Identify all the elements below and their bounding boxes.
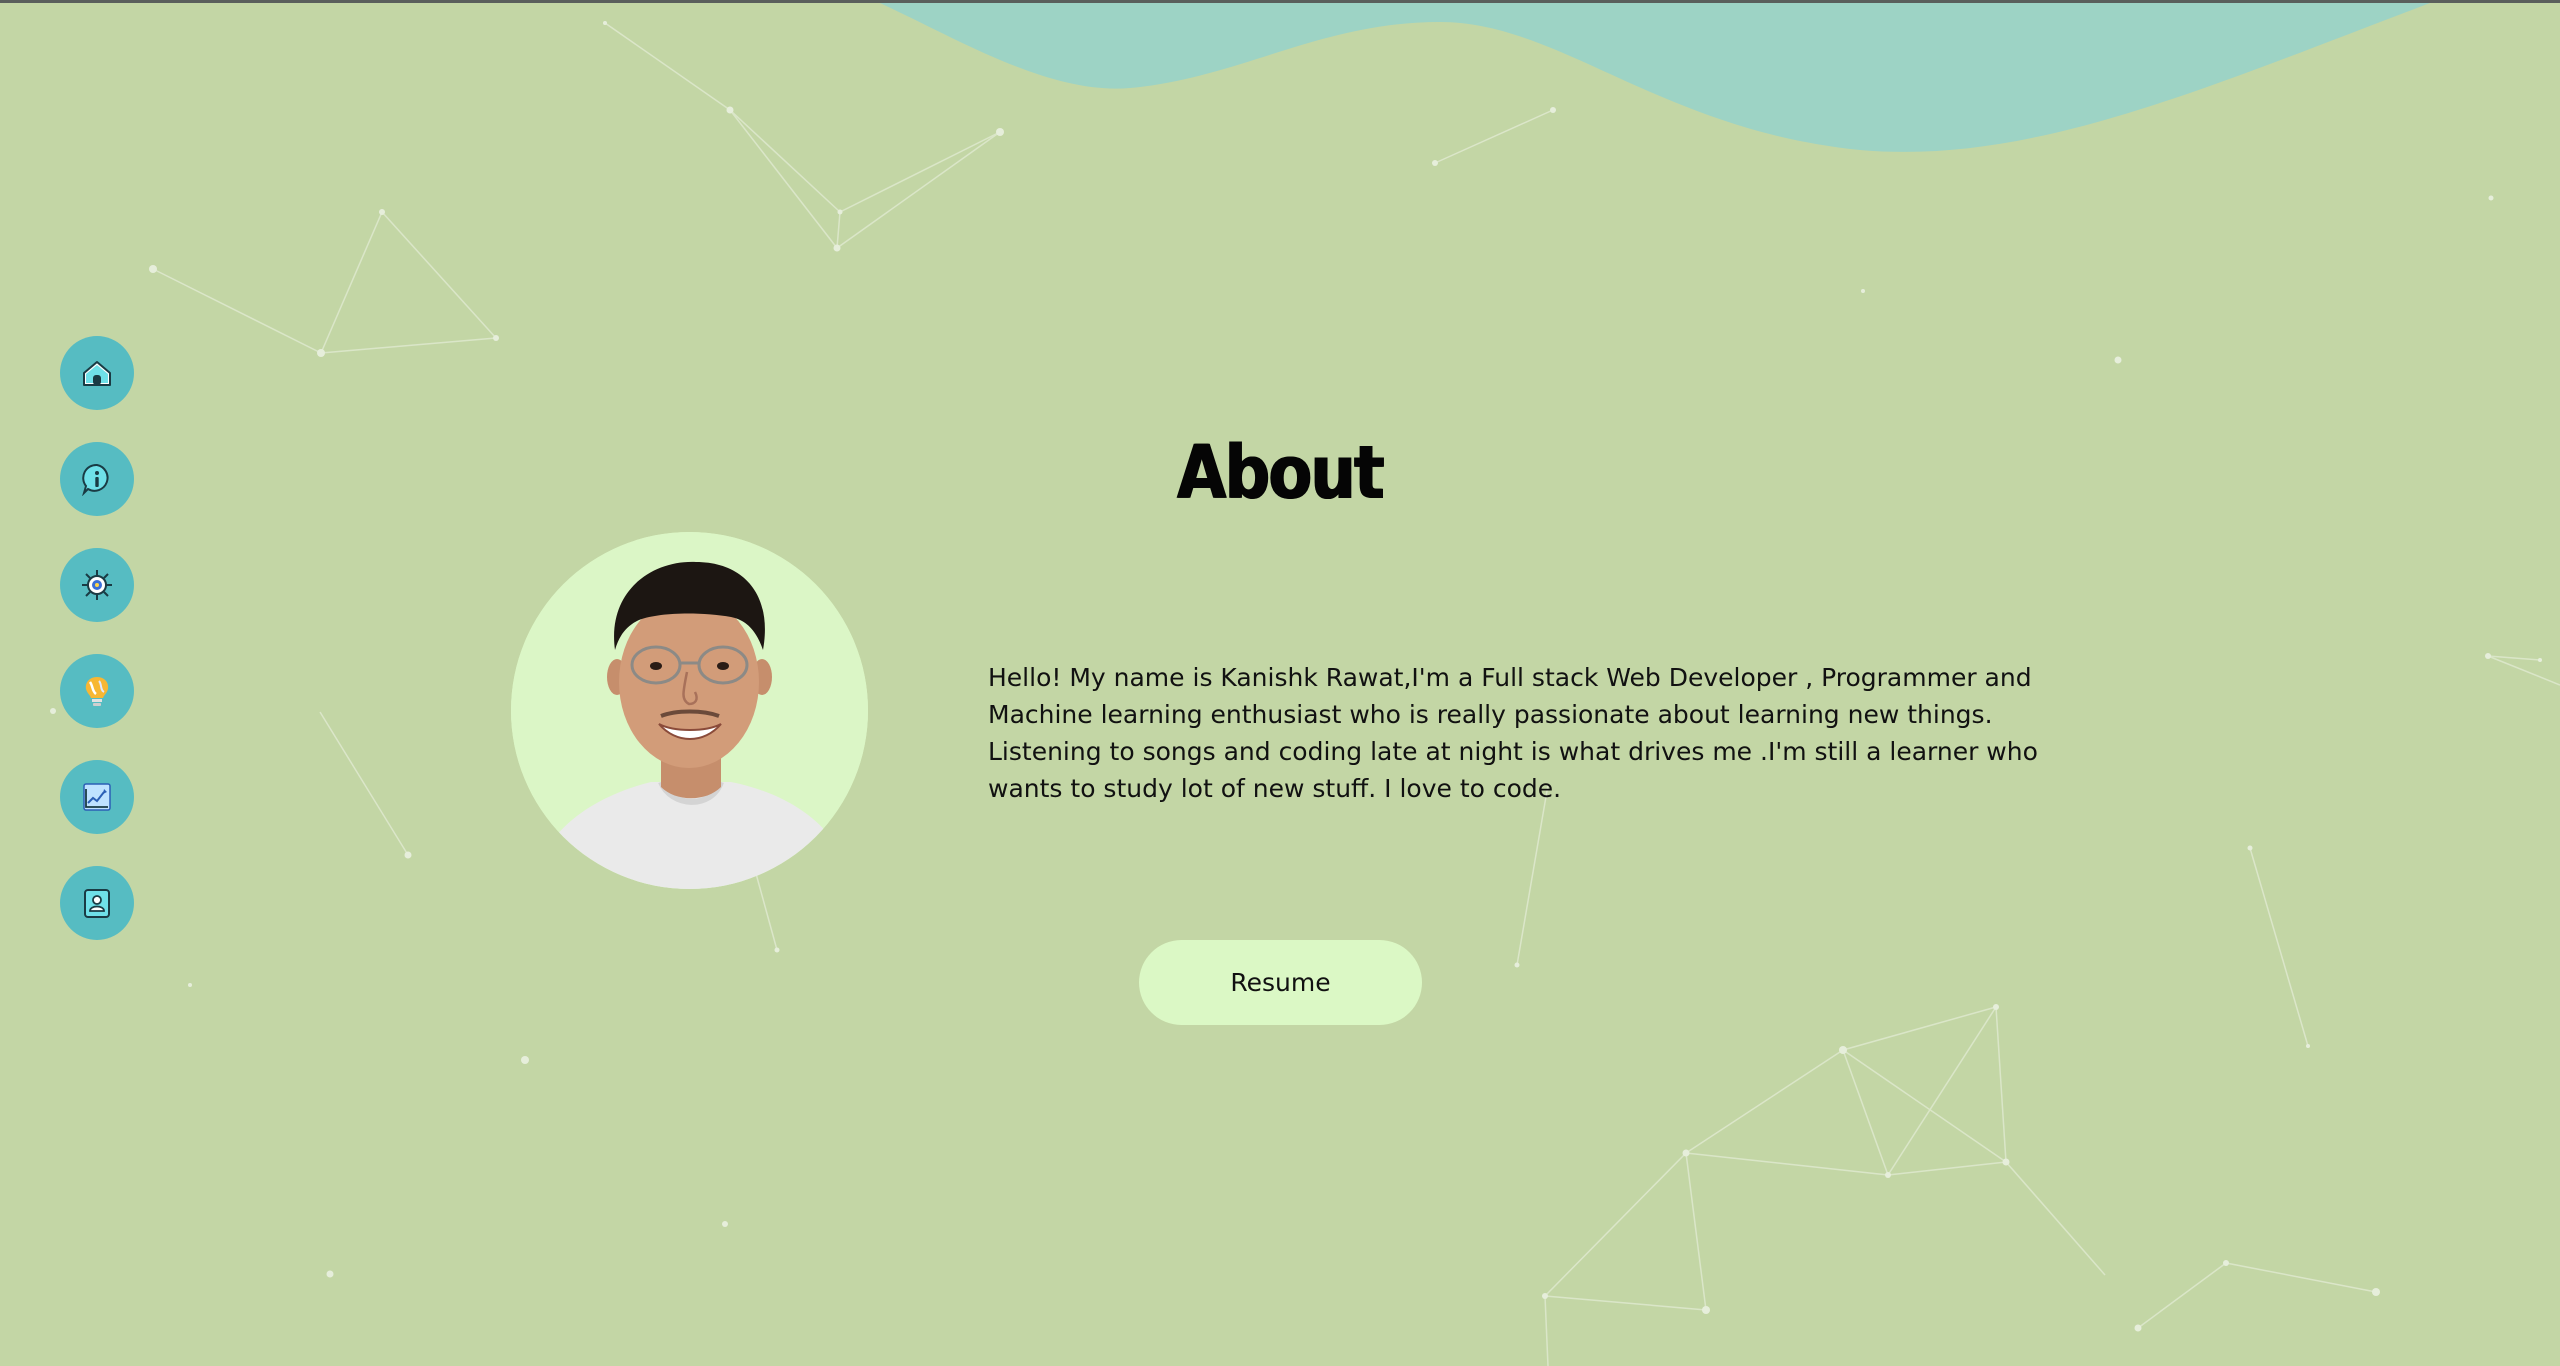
contact-card-icon	[84, 889, 110, 918]
nav-contact-button[interactable]	[60, 866, 134, 940]
home-icon	[83, 361, 111, 386]
resume-button[interactable]: Resume	[1139, 940, 1422, 1025]
gear-brain-icon	[82, 570, 112, 600]
page-title: About	[1177, 429, 1384, 516]
nav-ideas-button[interactable]	[60, 654, 134, 728]
profile-photo	[511, 532, 868, 889]
chart-icon	[83, 783, 111, 811]
lightbulb-icon	[85, 677, 109, 706]
nav-projects-button[interactable]	[60, 760, 134, 834]
info-icon	[82, 463, 109, 496]
nav-home-button[interactable]	[60, 336, 134, 410]
nav-skills-button[interactable]	[60, 548, 134, 622]
about-bio-text: Hello! My name is Kanishk Rawat,I'm a Fu…	[988, 663, 2038, 803]
nav-about-button[interactable]	[60, 442, 134, 516]
